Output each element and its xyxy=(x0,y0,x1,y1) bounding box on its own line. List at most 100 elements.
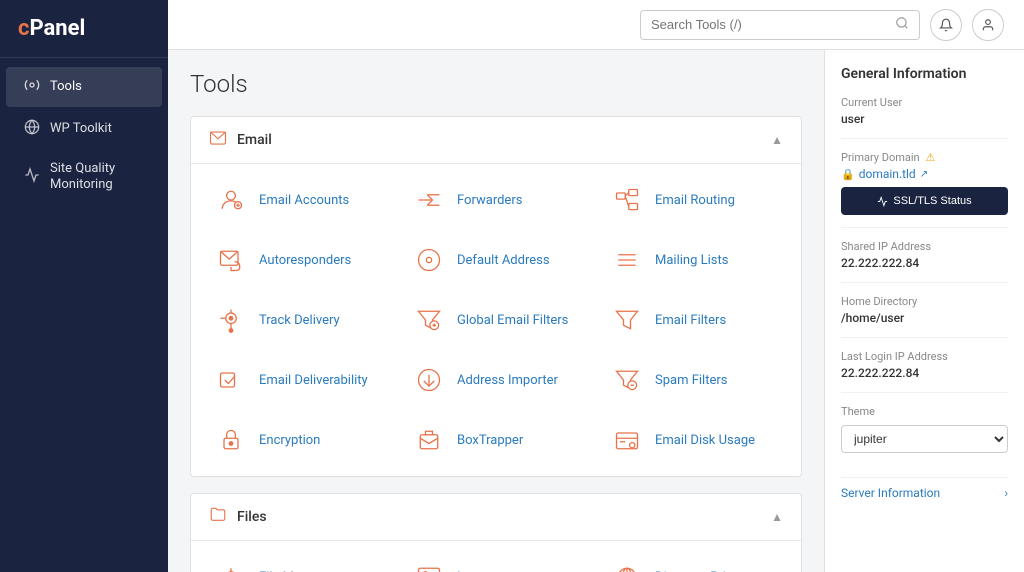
sidebar-item-tools-label: Tools xyxy=(50,79,82,95)
tool-item-global-email-filters[interactable]: Global Email Filters xyxy=(397,290,595,350)
theme-select[interactable]: jupiter paper_lantern xyxy=(841,425,1008,453)
search-input[interactable] xyxy=(651,17,895,32)
tool-item-autoresponders[interactable]: Autoresponders xyxy=(199,230,397,290)
logo: cPanel xyxy=(18,16,150,41)
sidebar-item-wp-toolkit[interactable]: WP Toolkit xyxy=(6,109,162,149)
forwarders-label: Forwarders xyxy=(457,193,522,208)
current-user-label: Current User xyxy=(841,96,1008,109)
files-section-header[interactable]: Files ▲ xyxy=(191,494,801,541)
tool-item-forwarders[interactable]: Forwarders xyxy=(397,170,595,230)
email-routing-label: Email Routing xyxy=(655,193,735,208)
primary-domain-warning-icon: ⚠ xyxy=(925,151,935,164)
sidebar-item-tools[interactable]: Tools xyxy=(6,67,162,107)
email-disk-usage-icon xyxy=(609,422,645,458)
site-quality-icon xyxy=(24,167,40,187)
sidebar-logo: cPanel xyxy=(0,0,168,58)
files-section-label: Files xyxy=(237,509,267,525)
email-section: Email ▲ Email Accounts xyxy=(190,116,802,477)
tool-item-email-filters[interactable]: Email Filters xyxy=(595,290,793,350)
primary-domain-label: Primary Domain ⚠ xyxy=(841,151,1008,164)
sidebar-item-site-quality[interactable]: Site QualityMonitoring xyxy=(6,151,162,202)
ssl-tls-status-button[interactable]: SSL/TLS Status xyxy=(841,187,1008,215)
header xyxy=(168,0,1024,50)
tools-icon xyxy=(24,77,40,97)
shared-ip-label: Shared IP Address xyxy=(841,240,1008,253)
search-bar[interactable] xyxy=(640,10,920,40)
tool-item-file-manager[interactable]: File Manager xyxy=(199,547,397,572)
email-section-icon xyxy=(209,129,227,151)
default-address-label: Default Address xyxy=(457,253,550,268)
tool-item-default-address[interactable]: Default Address xyxy=(397,230,595,290)
notifications-button[interactable] xyxy=(930,9,962,41)
default-address-icon xyxy=(411,242,447,278)
files-chevron-icon: ▲ xyxy=(771,510,783,524)
email-accounts-icon xyxy=(213,182,249,218)
server-info-link[interactable]: Server Information › xyxy=(841,477,1008,500)
sidebar: cPanel Tools WP Toolkit Site QualityMoni… xyxy=(0,0,168,572)
current-user-row: Current User user xyxy=(841,96,1008,139)
autoresponders-icon xyxy=(213,242,249,278)
shared-ip-row: Shared IP Address 22.222.222.84 xyxy=(841,240,1008,283)
panel-title: General Information xyxy=(841,66,1008,82)
email-deliverability-icon xyxy=(213,362,249,398)
tool-item-spam-filters[interactable]: Spam Filters xyxy=(595,350,793,410)
tool-item-email-routing[interactable]: Email Routing xyxy=(595,170,793,230)
theme-label: Theme xyxy=(841,405,1008,418)
main-area: Tools Email ▲ xyxy=(168,0,1024,572)
home-dir-row: Home Directory /home/user xyxy=(841,295,1008,338)
track-delivery-label: Track Delivery xyxy=(259,313,340,328)
email-filters-label: Email Filters xyxy=(655,313,726,328)
tool-item-mailing-lists[interactable]: Mailing Lists xyxy=(595,230,793,290)
images-icon xyxy=(411,559,447,572)
boxtrapper-icon xyxy=(411,422,447,458)
lock-icon: 🔒 xyxy=(841,168,855,181)
email-section-header[interactable]: Email ▲ xyxy=(191,117,801,164)
boxtrapper-label: BoxTrapper xyxy=(457,433,523,448)
email-section-label: Email xyxy=(237,132,272,148)
directory-privacy-icon xyxy=(609,559,645,572)
search-icon xyxy=(895,16,909,34)
last-login-value: 22.222.222.84 xyxy=(841,366,1008,380)
files-tool-grid: File Manager Images Director xyxy=(191,541,801,572)
encryption-icon xyxy=(213,422,249,458)
primary-domain-row: Primary Domain ⚠ 🔒 domain.tld ↗ SSL/TLS … xyxy=(841,151,1008,228)
email-disk-usage-label: Email Disk Usage xyxy=(655,433,755,448)
global-email-filters-label: Global Email Filters xyxy=(457,313,568,328)
tool-item-track-delivery[interactable]: Track Delivery xyxy=(199,290,397,350)
encryption-label: Encryption xyxy=(259,433,320,448)
sidebar-item-site-quality-label: Site QualityMonitoring xyxy=(50,161,115,192)
track-delivery-icon xyxy=(213,302,249,338)
right-panel: General Information Current User user Pr… xyxy=(824,50,1024,572)
email-chevron-icon: ▲ xyxy=(771,133,783,147)
tool-item-email-accounts[interactable]: Email Accounts xyxy=(199,170,397,230)
autoresponders-label: Autoresponders xyxy=(259,253,351,268)
tool-item-images[interactable]: Images xyxy=(397,547,595,572)
tool-item-email-disk-usage[interactable]: Email Disk Usage xyxy=(595,410,793,470)
home-dir-label: Home Directory xyxy=(841,295,1008,308)
email-filters-icon xyxy=(609,302,645,338)
home-dir-value: /home/user xyxy=(841,311,1008,325)
tool-item-boxtrapper[interactable]: BoxTrapper xyxy=(397,410,595,470)
mailing-lists-label: Mailing Lists xyxy=(655,253,728,268)
address-importer-label: Address Importer xyxy=(457,373,558,388)
tool-item-address-importer[interactable]: Address Importer xyxy=(397,350,595,410)
primary-domain-link[interactable]: domain.tld xyxy=(859,167,916,181)
spam-filters-icon xyxy=(609,362,645,398)
content-wrapper: Tools Email ▲ xyxy=(168,50,1024,572)
tool-item-encryption[interactable]: Encryption xyxy=(199,410,397,470)
global-email-filters-icon xyxy=(411,302,447,338)
files-section-icon xyxy=(209,506,227,528)
wp-toolkit-icon xyxy=(24,119,40,139)
user-menu-button[interactable] xyxy=(972,9,1004,41)
tool-item-directory-privacy[interactable]: Directory Privacy xyxy=(595,547,793,572)
email-accounts-label: Email Accounts xyxy=(259,193,349,208)
chevron-right-icon: › xyxy=(1004,486,1008,500)
content-main: Tools Email ▲ xyxy=(168,50,824,572)
forwarders-icon xyxy=(411,182,447,218)
email-deliverability-label: Email Deliverability xyxy=(259,373,368,388)
shared-ip-value: 22.222.222.84 xyxy=(841,256,1008,270)
page-title: Tools xyxy=(190,70,802,98)
address-importer-icon xyxy=(411,362,447,398)
tool-item-email-deliverability[interactable]: Email Deliverability xyxy=(199,350,397,410)
mailing-lists-icon xyxy=(609,242,645,278)
